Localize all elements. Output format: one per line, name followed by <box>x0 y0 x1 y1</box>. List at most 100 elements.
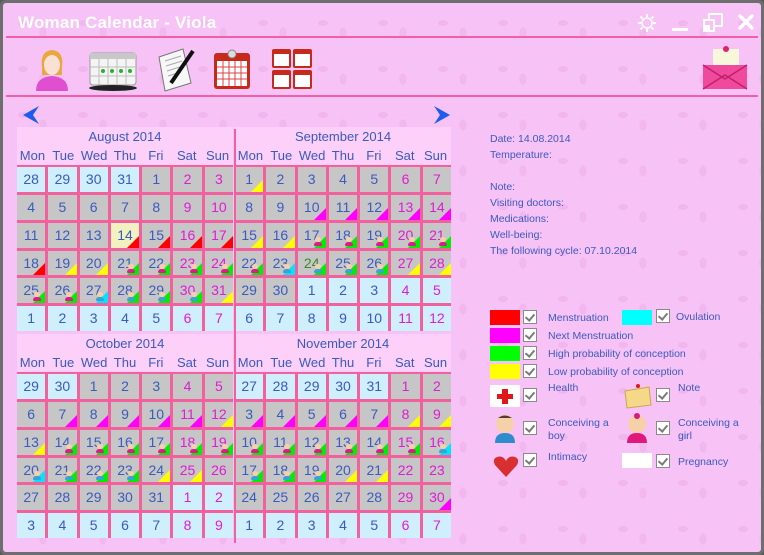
day-cell[interactable]: 5 <box>48 194 77 220</box>
pregnancy-checkbox[interactable] <box>656 454 670 468</box>
day-cell[interactable]: 6 <box>235 306 264 331</box>
day-cell[interactable]: 2 <box>422 374 451 399</box>
health-checkbox[interactable] <box>523 388 537 402</box>
menstruation-checkbox[interactable] <box>523 310 537 324</box>
day-cell[interactable]: 8 <box>297 306 326 331</box>
day-cell[interactable]: 10 <box>235 429 264 455</box>
day-cell[interactable]: 1 <box>142 167 171 192</box>
day-cell[interactable]: 2 <box>173 167 202 192</box>
day-cell-selected[interactable]: 14 <box>110 222 140 248</box>
day-cell[interactable]: 5 <box>297 401 326 427</box>
day-cell[interactable]: 25 <box>328 250 358 276</box>
multi-month-view-button[interactable] <box>270 45 314 93</box>
day-cell[interactable]: 7 <box>110 194 140 220</box>
day-cell[interactable]: 7 <box>266 306 295 331</box>
day-cell[interactable]: 9 <box>204 513 233 538</box>
day-cell[interactable]: 14 <box>48 429 77 455</box>
day-cell[interactable]: 23 <box>110 457 140 483</box>
day-cell[interactable]: 4 <box>328 167 358 192</box>
day-cell[interactable]: 1 <box>79 374 108 399</box>
day-cell[interactable]: 17 <box>204 222 233 248</box>
day-cell[interactable]: 24 <box>235 485 264 511</box>
day-cell[interactable]: 23 <box>422 457 451 483</box>
day-cell[interactable]: 8 <box>79 401 108 427</box>
day-cell[interactable]: 23 <box>266 250 295 276</box>
day-cell[interactable]: 26 <box>297 485 326 511</box>
day-cell[interactable]: 20 <box>17 457 46 483</box>
day-cell[interactable]: 18 <box>17 250 46 276</box>
ovulation-checkbox[interactable] <box>656 309 670 323</box>
day-cell[interactable]: 4 <box>48 513 77 538</box>
day-cell[interactable]: 28 <box>48 485 77 511</box>
day-cell[interactable]: 14 <box>360 429 389 455</box>
day-cell[interactable]: 17 <box>297 222 326 248</box>
day-cell[interactable]: 15 <box>235 222 264 248</box>
day-cell[interactable]: 29 <box>297 374 326 399</box>
cycle-table-button[interactable] <box>87 45 139 93</box>
day-cell[interactable]: 4 <box>391 278 420 304</box>
day-cell[interactable]: 9 <box>422 401 451 427</box>
day-cell[interactable]: 11 <box>266 429 295 455</box>
day-cell[interactable]: 29 <box>235 278 264 304</box>
day-cell[interactable]: 6 <box>391 167 420 192</box>
minimize-button[interactable] <box>670 13 690 33</box>
day-cell[interactable]: 4 <box>110 306 140 331</box>
day-cell[interactable]: 29 <box>17 374 46 399</box>
day-cell[interactable]: 22 <box>391 457 420 483</box>
day-cell[interactable]: 4 <box>17 194 46 220</box>
day-cell[interactable]: 12 <box>360 194 389 220</box>
day-cell[interactable]: 10 <box>297 194 326 220</box>
day-cell[interactable]: 2 <box>266 513 295 538</box>
day-cell[interactable]: 4 <box>266 401 295 427</box>
day-cell[interactable]: 21 <box>422 222 451 248</box>
day-cell[interactable]: 31 <box>142 485 171 511</box>
day-cell[interactable]: 2 <box>204 485 233 511</box>
day-cell[interactable]: 12 <box>48 222 77 248</box>
day-cell[interactable]: 5 <box>204 374 233 399</box>
day-cell[interactable]: 2 <box>328 278 358 304</box>
day-cell[interactable]: 2 <box>48 306 77 331</box>
day-cell[interactable]: 22 <box>235 250 264 276</box>
day-cell[interactable]: 6 <box>391 513 420 538</box>
day-cell[interactable]: 11 <box>391 306 420 331</box>
day-cell[interactable]: 5 <box>360 513 389 538</box>
day-cell[interactable]: 28 <box>360 485 389 511</box>
day-cell[interactable]: 7 <box>422 513 451 538</box>
day-cell[interactable]: 30 <box>173 278 202 304</box>
day-cell[interactable]: 19 <box>297 457 326 483</box>
day-cell[interactable]: 8 <box>235 194 264 220</box>
day-cell[interactable]: 6 <box>79 194 108 220</box>
day-cell[interactable]: 8 <box>142 194 171 220</box>
close-button[interactable] <box>737 13 757 33</box>
day-cell[interactable]: 8 <box>391 401 420 427</box>
note-checkbox[interactable] <box>656 388 670 402</box>
day-cell[interactable]: 20 <box>391 222 420 248</box>
day-cell[interactable]: 16 <box>266 222 295 248</box>
day-cell[interactable]: 30 <box>328 374 358 399</box>
day-cell[interactable]: 3 <box>79 306 108 331</box>
day-cell[interactable]: 7 <box>360 401 389 427</box>
day-cell[interactable]: 6 <box>110 513 140 538</box>
profile-button[interactable] <box>30 45 74 93</box>
previous-month-button[interactable] <box>21 104 41 126</box>
day-cell[interactable]: 3 <box>360 278 389 304</box>
day-cell[interactable]: 16 <box>173 222 202 248</box>
day-cell[interactable]: 14 <box>422 194 451 220</box>
day-cell[interactable]: 9 <box>328 306 358 331</box>
day-cell[interactable]: 10 <box>142 401 171 427</box>
day-cell[interactable]: 31 <box>360 374 389 399</box>
day-cell[interactable]: 3 <box>17 513 46 538</box>
intimacy-checkbox[interactable] <box>523 453 537 467</box>
day-cell[interactable]: 3 <box>235 401 264 427</box>
day-cell[interactable]: 26 <box>48 278 77 304</box>
day-cell[interactable]: 15 <box>79 429 108 455</box>
day-cell[interactable]: 19 <box>48 250 77 276</box>
low-probability-checkbox[interactable] <box>523 364 537 378</box>
day-cell[interactable]: 26 <box>360 250 389 276</box>
day-cell[interactable]: 27 <box>328 485 358 511</box>
day-cell[interactable]: 6 <box>328 401 358 427</box>
conceiving-girl-checkbox[interactable] <box>656 421 670 435</box>
restore-button[interactable] <box>702 13 723 33</box>
day-cell[interactable]: 20 <box>79 250 108 276</box>
notes-button[interactable] <box>153 45 197 93</box>
